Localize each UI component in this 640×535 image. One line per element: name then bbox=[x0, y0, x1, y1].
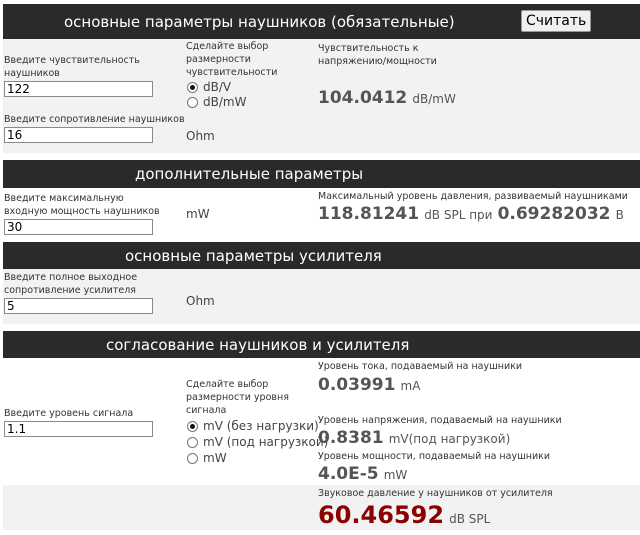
power-unit: mW bbox=[383, 468, 408, 482]
radio-mv-load-label: mV (под нагрузкой) bbox=[203, 435, 329, 449]
power-result: 4.0E-5 mW bbox=[318, 464, 407, 484]
current-result: 0.03991 mA bbox=[318, 375, 420, 395]
signal-prompt: Введите уровень сигнала bbox=[4, 408, 134, 419]
max-spl-result: 118.81241 dB SPL при 0.69282032 В bbox=[318, 204, 624, 224]
max-voltage-unit: В bbox=[615, 208, 624, 222]
amp-output-input[interactable] bbox=[4, 298, 153, 314]
amp-spl-label: Звуковое давление у наушников от усилите… bbox=[318, 488, 553, 499]
voltage-unit: mV(под нагрузкой) bbox=[388, 432, 511, 446]
current-label: Уровень тока, подаваемый на наушники bbox=[318, 361, 523, 372]
sensitivity-result-label: Чувствительность к напряжению/мощности bbox=[318, 43, 437, 67]
radio-mw-label: mW bbox=[203, 451, 227, 465]
power-label: Уровень мощности, подаваемый на наушники bbox=[318, 451, 551, 462]
current-value: 0.03991 bbox=[318, 375, 396, 395]
current-unit: mA bbox=[400, 379, 421, 393]
max-power-unit: mW bbox=[186, 207, 210, 221]
sensitivity-result-unit: dB/mW bbox=[412, 92, 456, 106]
section-title: основные параметры усилителя bbox=[125, 246, 382, 265]
max-spl-label: Максимальный уровень давления, развиваем… bbox=[318, 191, 628, 202]
sensitivity-prompt: Введите чувствительность наушников bbox=[4, 55, 140, 79]
signal-input[interactable] bbox=[4, 421, 153, 437]
impedance-unit: Ohm bbox=[186, 129, 215, 143]
radio-mw[interactable] bbox=[187, 453, 198, 464]
calculate-button[interactable]: Считать bbox=[521, 10, 592, 32]
section-title: дополнительные параметры bbox=[135, 165, 364, 183]
radio-mv-no-load[interactable] bbox=[187, 421, 198, 432]
sensitivity-dim-prompt: Сделайте выбор размерности чувствительно… bbox=[186, 41, 278, 78]
voltage-value: 0.8381 bbox=[318, 428, 384, 448]
radio-db-mw-label: dB/mW bbox=[203, 95, 247, 109]
max-spl-unit: dB SPL при bbox=[424, 208, 493, 222]
section-header-amplifier: основные параметры усилителя bbox=[3, 242, 640, 269]
sensitivity-input[interactable] bbox=[4, 81, 153, 97]
radio-db-v[interactable] bbox=[187, 82, 198, 93]
max-spl-value: 118.81241 bbox=[318, 204, 420, 224]
impedance-prompt: Введите сопротивление наушников bbox=[4, 114, 185, 125]
section-title: основные параметры наушников (обязательн… bbox=[64, 12, 455, 31]
sensitivity-result: 104.0412 dB/mW bbox=[318, 88, 456, 108]
voltage-result: 0.8381 mV(под нагрузкой) bbox=[318, 428, 510, 448]
sensitivity-result-value: 104.0412 bbox=[318, 88, 408, 108]
section-header-matching: согласование наушников и усилителя bbox=[3, 331, 640, 358]
radio-mv-no-load-label: mV (без нагрузки) bbox=[203, 419, 319, 433]
radio-db-v-label: dB/V bbox=[203, 80, 232, 94]
amp-spl-unit: dB SPL bbox=[449, 512, 491, 526]
power-value: 4.0E-5 bbox=[318, 464, 379, 484]
amp-output-unit: Ohm bbox=[186, 294, 215, 308]
section-title: согласование наушников и усилителя bbox=[106, 335, 410, 354]
radio-mv-load[interactable] bbox=[187, 437, 198, 448]
signal-dim-prompt: Сделайте выбор размерности уровня сигнал… bbox=[186, 379, 289, 416]
section-header-additional: дополнительные параметры bbox=[3, 160, 640, 188]
max-power-prompt: Введите максимальную входную мощность на… bbox=[4, 193, 160, 217]
max-power-input[interactable] bbox=[4, 219, 153, 235]
voltage-label: Уровень напряжения, подаваемый на наушни… bbox=[318, 415, 562, 426]
amp-spl-value: 60.46592 bbox=[318, 501, 445, 529]
max-voltage-value: 0.69282032 bbox=[497, 204, 611, 224]
impedance-input[interactable] bbox=[4, 127, 153, 143]
amp-output-prompt: Введите полное выходное сопротивление ус… bbox=[4, 272, 138, 296]
amp-spl-result: 60.46592 dB SPL bbox=[318, 501, 490, 529]
radio-db-mw[interactable] bbox=[187, 97, 198, 108]
